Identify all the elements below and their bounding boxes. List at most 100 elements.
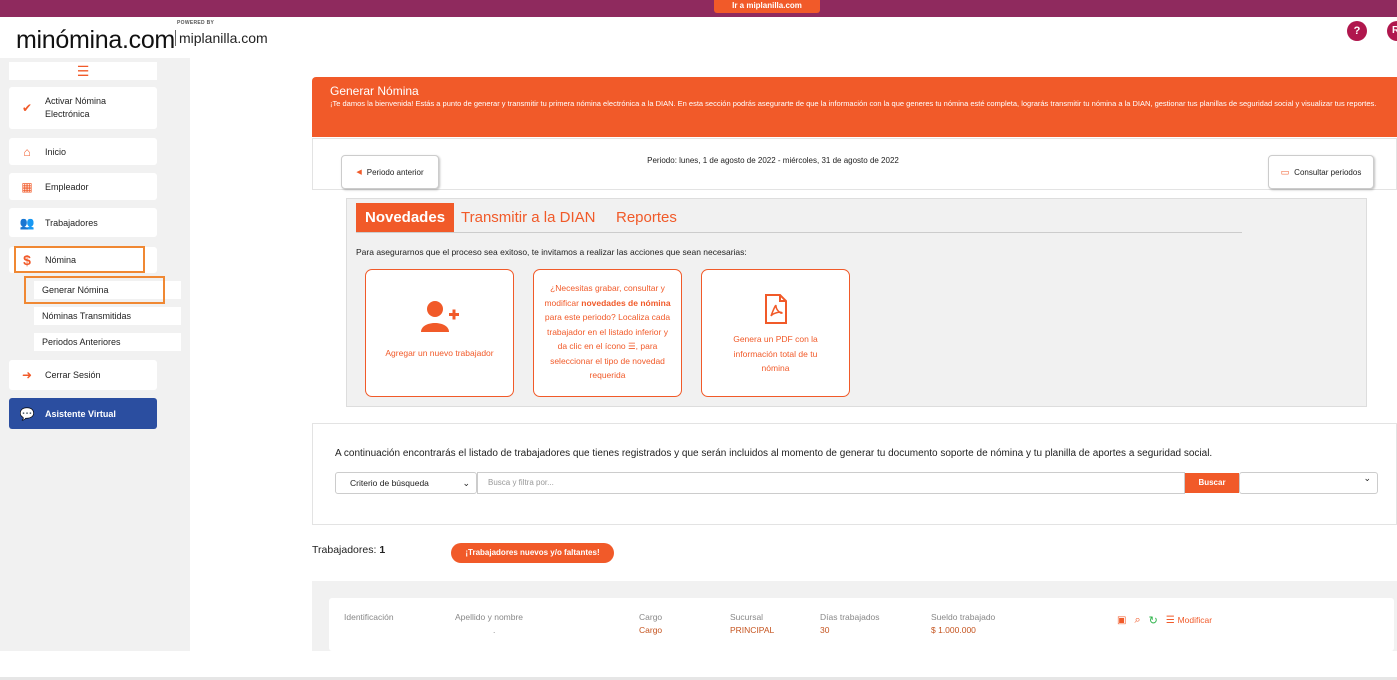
pdf-report-card[interactable]: Genera un PDF con la información total d…: [701, 269, 850, 397]
pdf-report-label: Genera un PDF con la información total d…: [733, 334, 818, 373]
sidebar-item-label: Trabajadores: [45, 217, 98, 228]
row-actions: ▣ ⌕ ↻ ☰ Modificar: [1117, 614, 1212, 627]
workers-count: 1: [379, 544, 386, 556]
go-miplanilla-button[interactable]: Ir a miplanilla.com: [714, 0, 820, 13]
tab-reportes[interactable]: Reportes: [607, 203, 686, 232]
list-icon: ☰: [628, 341, 636, 351]
cell-identificacion: Identificación: [344, 611, 394, 624]
refresh-icon[interactable]: ↻: [1149, 614, 1158, 627]
cell-sueldo: Sueldo trabajado $ 1.000.000: [931, 611, 995, 637]
value-cargo: Cargo: [639, 625, 663, 635]
header-sucursal: Sucursal: [730, 612, 764, 622]
header-identificacion: Identificación: [344, 612, 394, 622]
previous-period-button[interactable]: ◀ Periodo anterior: [341, 155, 439, 189]
sidebar-item-logout[interactable]: ➜ Cerrar Sesión: [9, 360, 157, 390]
menu-toggle-button[interactable]: ☰: [9, 62, 157, 80]
modify-label: Modificar: [1177, 615, 1213, 625]
tab-novedades[interactable]: Novedades: [356, 203, 455, 232]
chat-icon: 💬: [19, 406, 35, 421]
logo-main: minómina.com: [16, 26, 175, 54]
panel-intro: Para asegurarnos que el proceso sea exit…: [356, 247, 747, 257]
sidebar-item-label: Cerrar Sesión: [45, 370, 101, 380]
chevron-down-icon: ⌄: [462, 478, 470, 488]
period-bar: ◀ Periodo anterior Periodo: lunes, 1 de …: [312, 138, 1397, 190]
workers-list-section: A continuación encontrarás el listado de…: [312, 423, 1397, 525]
add-user-icon: [366, 300, 513, 340]
value-sucursal: PRINCIPAL: [730, 625, 775, 635]
consult-periods-label: Consultar periodos: [1294, 167, 1362, 177]
cell-sucursal: Sucursal PRINCIPAL: [730, 611, 774, 637]
search-button[interactable]: Buscar: [1185, 473, 1239, 493]
workers-title-label: Trabajadores:: [312, 544, 377, 556]
search-criteria-select[interactable]: Criterio de búsqueda ⌄: [335, 472, 477, 494]
previous-period-label: Periodo anterior: [366, 167, 424, 177]
logout-icon: ➜: [21, 368, 33, 382]
sidebar-item-activar[interactable]: ✔ Activar Nómina Electrónica: [9, 87, 157, 129]
pdf-icon[interactable]: ▣: [1117, 615, 1126, 626]
list-intro: A continuación encontrarás el listado de…: [335, 448, 1213, 459]
users-icon: 👥: [19, 215, 35, 230]
sidebar: ☰ ✔ Activar Nómina Electrónica ⌂ Inicio …: [0, 58, 190, 651]
check-icon: ✔: [21, 101, 33, 115]
sidebar-item-empleador[interactable]: ▦ Empleador: [9, 173, 157, 200]
welcome-banner: Generar Nómina ¡Te damos la bienvenida! …: [312, 77, 1397, 137]
tabs: Novedades Transmitir a la DIAN Reportes: [356, 203, 1242, 233]
cell-dias: Días trabajados 30: [820, 611, 880, 637]
app: Ir a miplanilla.com minómina.com POWERED…: [0, 0, 1397, 680]
banner-text: ¡Te damos la bienvenida! Estás a punto d…: [330, 99, 1377, 108]
sidebar-item-inicio[interactable]: ⌂ Inicio: [9, 138, 157, 165]
sidebar-subitem-anteriores[interactable]: Periodos Anteriores: [34, 333, 181, 351]
novedades-text-b: novedades de nómina: [581, 297, 671, 308]
highlight-nomina: [14, 246, 145, 273]
actions-panel: Novedades Transmitir a la DIAN Reportes …: [346, 198, 1367, 407]
list-icon: ☰: [1165, 615, 1175, 626]
value-nombre: .: [493, 625, 496, 635]
add-worker-label: Agregar un nuevo trabajador: [385, 348, 494, 358]
novedades-card[interactable]: ¿Necesitas grabar, consultar y modificar…: [533, 269, 682, 397]
chevron-left-icon: ◀: [356, 169, 362, 176]
header-sueldo: Sueldo trabajado: [931, 612, 996, 622]
workers-table: Identificación Apellido y nombre . Cargo…: [312, 581, 1397, 651]
table-row: Identificación Apellido y nombre . Cargo…: [329, 598, 1394, 651]
logo-sub: miplanilla.com: [179, 30, 268, 46]
consult-periods-button[interactable]: ▭ Consultar periodos: [1268, 155, 1374, 189]
filter-select[interactable]: ⌄: [1239, 472, 1378, 494]
sidebar-subitem-transmitidas[interactable]: Nóminas Transmitidas: [34, 307, 181, 325]
period-text: Periodo: lunes, 1 de agosto de 2022 - mi…: [647, 156, 899, 165]
logo-divider: [175, 30, 176, 46]
search-icon[interactable]: ⌕: [1134, 614, 1140, 627]
sidebar-item-label: Empleador: [45, 181, 89, 192]
header-nombre: Apellido y nombre: [455, 612, 524, 622]
search-input[interactable]: Busca y filtra por...: [477, 472, 1185, 494]
home-icon: ⌂: [23, 144, 31, 159]
sidebar-item-trabajadores[interactable]: 👥 Trabajadores: [9, 208, 157, 237]
value-dias: 30: [820, 625, 830, 635]
value-sueldo: $ 1.000.000: [931, 625, 976, 635]
user-avatar[interactable]: R: [1387, 21, 1397, 41]
tab-transmitir[interactable]: Transmitir a la DIAN: [452, 203, 604, 232]
chevron-down-icon: ⌄: [1363, 473, 1371, 483]
assistant-button[interactable]: 💬 Asistente Virtual: [9, 398, 157, 429]
calendar-icon: ▭: [1280, 166, 1290, 177]
sidebar-item-label: Inicio: [45, 146, 67, 157]
workers-title: Trabajadores: 1: [312, 544, 385, 556]
top-bar: Ir a miplanilla.com: [0, 0, 1397, 17]
modify-button[interactable]: ☰ Modificar: [1166, 615, 1212, 626]
search-criteria-value: Criterio de búsqueda: [350, 478, 429, 488]
page-title: Generar Nómina: [330, 84, 419, 98]
new-workers-button[interactable]: ¡Trabajadores nuevos y/o faltantes!: [451, 543, 614, 563]
assistant-label: Asistente Virtual: [45, 408, 116, 419]
hamburger-icon: ☰: [76, 63, 90, 79]
header-dias: Días trabajados: [820, 612, 880, 622]
add-worker-card[interactable]: Agregar un nuevo trabajador: [365, 269, 514, 397]
pdf-icon: [702, 294, 849, 326]
cell-nombre: Apellido y nombre .: [455, 611, 523, 637]
logo-powered-by: POWERED BY: [177, 20, 215, 26]
help-button[interactable]: ?: [1347, 21, 1367, 41]
cell-cargo: Cargo Cargo: [639, 611, 662, 637]
building-icon: ▦: [21, 179, 33, 194]
sidebar-item-label: Activar Nómina Electrónica: [45, 96, 107, 119]
highlight-generar: [24, 276, 165, 304]
question-icon: ?: [1353, 25, 1361, 37]
header-cargo: Cargo: [639, 612, 663, 622]
